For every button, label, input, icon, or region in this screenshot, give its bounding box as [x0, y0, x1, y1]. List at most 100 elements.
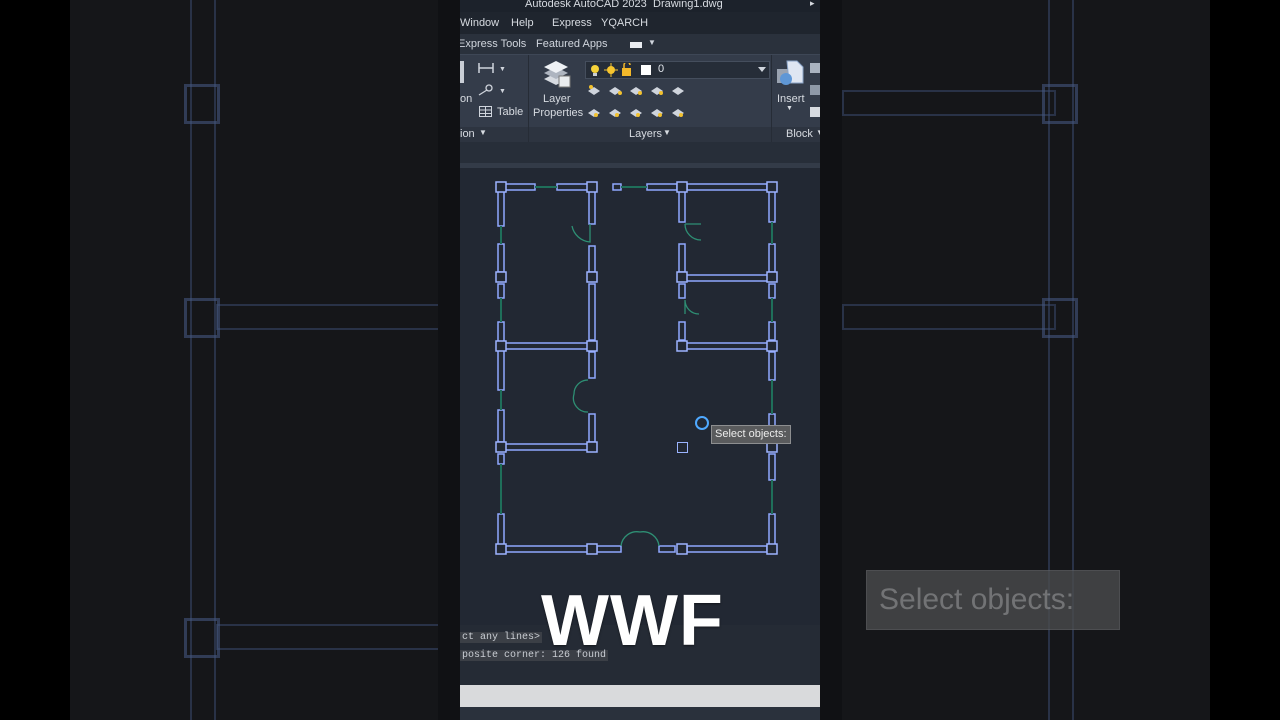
wall-segment	[588, 245, 596, 273]
current-layer-value: 0	[658, 63, 665, 75]
wall-segment	[588, 189, 596, 225]
layer-tools-row-1[interactable]	[586, 83, 688, 97]
edit-attributes-icon[interactable]	[810, 107, 820, 117]
wall-segment	[497, 243, 505, 273]
edit-block-icon[interactable]	[810, 85, 820, 95]
leader-icon[interactable]: ▼	[477, 83, 507, 97]
wall-segment	[658, 545, 676, 553]
chevron-down-icon[interactable]	[758, 67, 766, 72]
wall-segment	[768, 189, 776, 223]
layer-properties-label-1[interactable]: Layer	[543, 93, 571, 105]
table-button-label[interactable]: Table	[497, 106, 523, 118]
wall-segment	[686, 545, 768, 553]
blurred-tooltip: Select objects:	[866, 570, 1120, 630]
blurred-wall	[842, 90, 1056, 116]
wall-segment	[500, 545, 590, 553]
wall-segment	[596, 545, 622, 553]
tab-express-tools[interactable]: Express Tools	[460, 38, 526, 50]
wall-segment	[678, 189, 686, 223]
layer-dropdown[interactable]: 0	[585, 61, 770, 79]
drawing-viewport[interactable]	[460, 168, 820, 625]
menu-window[interactable]: Window	[460, 17, 499, 29]
annotation-icon[interactable]	[460, 61, 464, 83]
wall-segment	[768, 243, 776, 273]
video-padding-left	[438, 0, 460, 720]
wall-segment	[503, 443, 590, 451]
tab-featured-apps[interactable]: Featured Apps	[536, 38, 608, 50]
wall-segment	[768, 321, 776, 341]
panel-separator	[528, 55, 529, 143]
wall-segment	[503, 342, 590, 350]
blurred-column	[184, 618, 220, 658]
wall-segment	[612, 183, 622, 191]
ribbon-tab-bar: Express Tools Featured Apps ▼	[460, 34, 820, 54]
blurred-wall	[216, 624, 438, 650]
wall-segment	[768, 513, 776, 547]
menu-express[interactable]: Express	[552, 17, 592, 29]
chevron-down-icon[interactable]: ▼	[816, 128, 820, 137]
annotation-panel-label[interactable]: ion	[460, 128, 475, 140]
blurred-column	[184, 298, 220, 338]
blurred-column	[184, 84, 220, 124]
ribbon-panel: on ▼ ▼ Table ion ▼ Layer Properties 0 La…	[460, 54, 820, 143]
wall-segment	[497, 283, 505, 299]
wall-segment	[588, 413, 596, 443]
video-caption-overlay: WWF	[541, 581, 724, 661]
window-lines	[500, 186, 773, 514]
wall-segment	[686, 183, 768, 191]
chevron-down-icon[interactable]: ▼	[479, 128, 487, 137]
layers-panel-label[interactable]: Layers	[629, 128, 662, 140]
blurred-wall	[216, 304, 438, 330]
wall-segment	[678, 243, 686, 273]
insert-button-label[interactable]: Insert	[777, 93, 805, 105]
floor-plan-drawing[interactable]	[460, 168, 820, 625]
chevron-down-icon[interactable]: ▼	[663, 128, 671, 137]
wall-segment	[588, 283, 596, 341]
wall-segment	[768, 453, 776, 481]
wall-segment	[678, 321, 686, 341]
wall-segment	[684, 342, 770, 350]
block-panel-label[interactable]: Block	[786, 128, 813, 140]
menu-yqarch[interactable]: YQARCH	[601, 17, 648, 29]
title-bar: Autodesk AutoCAD 2023 Drawing1.dwg ▸	[460, 0, 820, 12]
command-history-line: ct any lines>	[460, 632, 543, 643]
command-input[interactable]	[460, 685, 820, 707]
wall-segment	[497, 321, 505, 391]
cursor-pickbox-icon	[695, 416, 709, 430]
svg-text:▼: ▼	[499, 88, 506, 95]
wall-outlines	[496, 183, 776, 553]
svg-text:▼: ▼	[499, 66, 506, 73]
layer-tools-row-2[interactable]	[586, 105, 688, 119]
column-nodes	[495, 181, 778, 555]
app-title: Autodesk AutoCAD 2023	[525, 0, 647, 10]
letterbox-right	[1210, 0, 1280, 720]
create-block-icon[interactable]	[810, 63, 820, 73]
wall-segment	[497, 513, 505, 547]
menu-bar: Window Help Express YQARCH	[460, 12, 820, 34]
letterbox-left	[0, 0, 70, 720]
menu-help[interactable]: Help	[511, 17, 534, 29]
layer-properties-icon[interactable]	[542, 59, 572, 89]
workspace-icon[interactable]	[630, 42, 642, 48]
annotation-button-label[interactable]: on	[460, 93, 472, 105]
wall-segment	[768, 283, 776, 299]
title-arrow-icon[interactable]: ▸	[810, 0, 815, 8]
layer-state-icons	[591, 63, 651, 77]
wall-segment	[768, 351, 776, 381]
blurred-wall	[842, 304, 1056, 330]
chevron-down-icon[interactable]: ▼	[648, 38, 656, 47]
insert-block-icon[interactable]	[775, 59, 805, 89]
blurred-background-left	[0, 0, 438, 720]
linear-dimension-icon[interactable]: ▼	[477, 61, 507, 75]
blurred-column	[1042, 84, 1078, 124]
wall-segment	[497, 189, 505, 227]
wall-segment	[497, 453, 505, 465]
wall-segment	[497, 409, 505, 443]
video-padding-right	[820, 0, 842, 720]
chevron-down-icon[interactable]: ▼	[786, 105, 793, 112]
table-icon[interactable]	[479, 106, 493, 118]
wall-segment	[646, 183, 678, 191]
layer-properties-label-2[interactable]: Properties	[533, 107, 583, 119]
status-bar	[460, 707, 820, 720]
select-objects-tooltip: Select objects:	[711, 425, 791, 444]
